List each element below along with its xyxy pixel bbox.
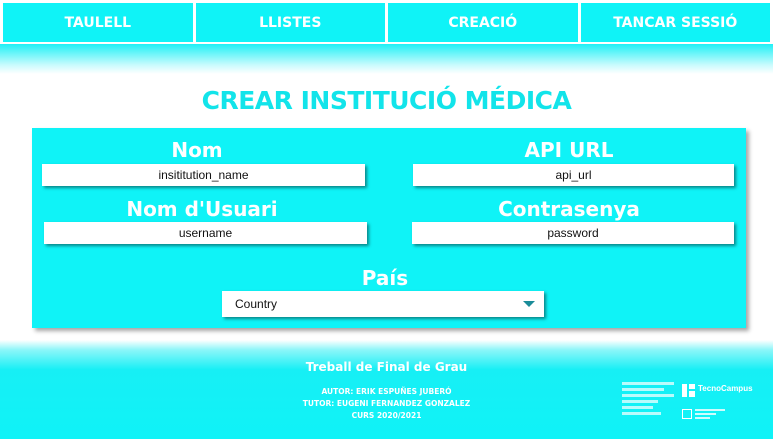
- username-input[interactable]: [44, 222, 367, 244]
- country-select[interactable]: Country: [222, 291, 544, 317]
- university-name: [695, 409, 725, 419]
- header-gradient: [0, 44, 773, 74]
- country-label: País: [361, 266, 409, 290]
- password-label: Contrasenya: [498, 197, 640, 221]
- footer-address-block: [622, 382, 674, 415]
- footer-title: Treball de Final de Grau: [305, 360, 468, 374]
- tecnocampus-logo-text: TecnoCampus: [698, 384, 753, 393]
- api-url-input[interactable]: [413, 164, 734, 186]
- nav-item-taulell[interactable]: TAULELL: [3, 3, 193, 42]
- footer: Treball de Final de Grau AUTOR: ERIK ESP…: [0, 340, 773, 439]
- tecnocampus-logo-icon: [682, 384, 695, 397]
- page-title: CREAR INSTITUCIÓ MÉDICA: [201, 86, 572, 115]
- university-seal-icon: [682, 409, 692, 419]
- navbar: TAULELL LLISTES CREACIÓ TANCAR SESSIÓ: [0, 0, 773, 44]
- chevron-down-icon: [523, 301, 535, 307]
- country-select-value: Country: [235, 297, 278, 311]
- api-url-label: API URL: [524, 138, 614, 162]
- nav-item-creacio[interactable]: CREACIÓ: [388, 3, 578, 42]
- password-input[interactable]: [412, 222, 734, 244]
- name-input[interactable]: [42, 164, 365, 186]
- nav-item-tancar-sessio[interactable]: TANCAR SESSIÓ: [580, 3, 770, 42]
- nav-item-llistes[interactable]: LLISTES: [195, 3, 385, 42]
- username-label: Nom d'Usuari: [126, 197, 278, 221]
- institution-form: Nom API URL Nom d'Usuari Contrasenya Paí…: [32, 128, 746, 328]
- name-label: Nom: [171, 138, 223, 162]
